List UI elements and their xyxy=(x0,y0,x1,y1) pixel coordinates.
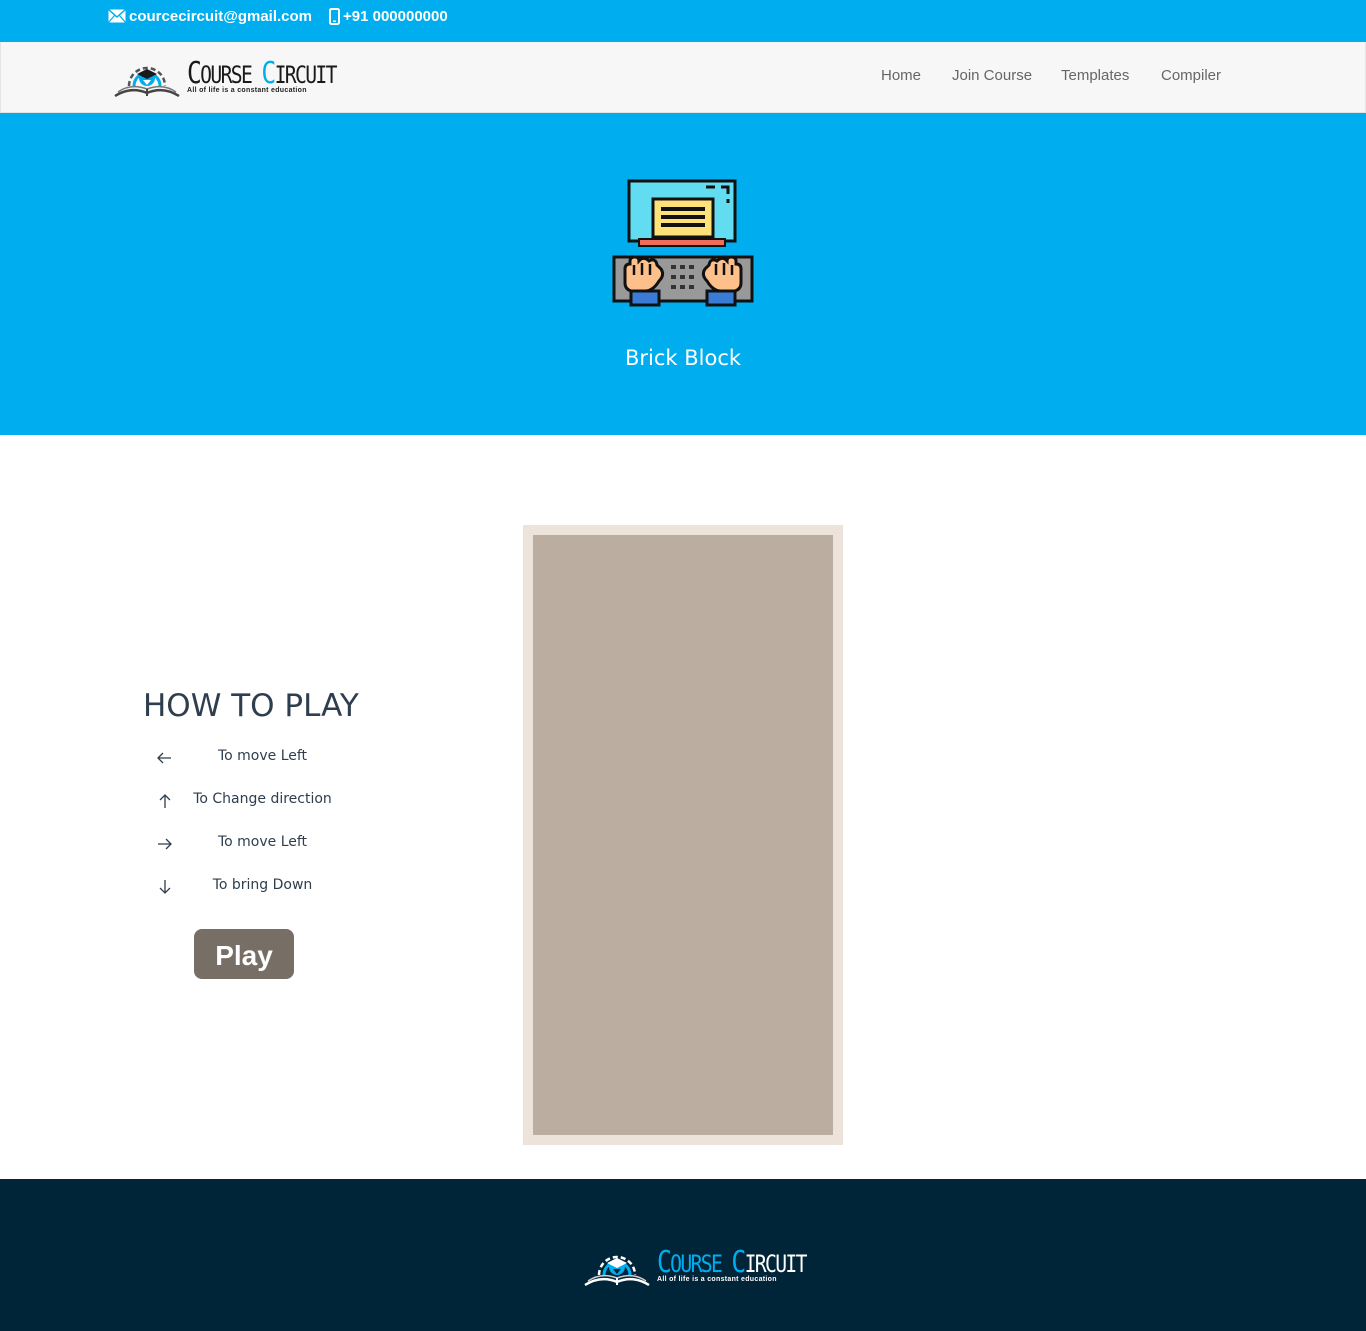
page-title: Brick Block xyxy=(624,346,742,370)
game-board[interactable] xyxy=(533,535,833,1135)
control-row-down: To bring Down xyxy=(143,876,383,898)
brand-name: COURSE CIRCUIT xyxy=(187,55,337,91)
arrow-left-icon xyxy=(157,752,171,764)
hero-banner: Brick Block xyxy=(0,113,1366,435)
top-contact-bar: courcecircuit@gmail.com +91 000000000 xyxy=(0,0,1366,42)
email-contact[interactable]: courcecircuit@gmail.com xyxy=(108,6,312,26)
control-row-left: To move Left xyxy=(143,747,383,769)
main-navbar: COURSE CIRCUIT All of life is a constant… xyxy=(0,42,1366,113)
control-row-up: To Change direction xyxy=(143,790,383,812)
arrow-down-icon xyxy=(159,880,171,894)
nav-link-compiler[interactable]: Compiler xyxy=(1161,67,1221,84)
play-button[interactable]: Play xyxy=(194,929,294,979)
footer: COURSE CIRCUIT All of life is a constant… xyxy=(0,1179,1366,1331)
control-description: To Change direction xyxy=(193,791,332,807)
nav-link-join-course[interactable]: Join Course xyxy=(952,67,1032,84)
game-board-frame xyxy=(523,525,843,1145)
nav-link-templates[interactable]: Templates xyxy=(1061,67,1129,84)
how-to-play-heading: HOW TO PLAY xyxy=(143,688,359,724)
footer-brand-name: COURSE CIRCUIT xyxy=(657,1244,807,1280)
mobile-phone-icon xyxy=(329,7,340,25)
control-row-right: To move Left xyxy=(143,833,383,855)
phone-contact[interactable]: +91 000000000 xyxy=(329,6,448,26)
phone-text: +91 000000000 xyxy=(343,7,448,25)
computer-typing-hands-icon xyxy=(612,179,754,307)
email-text: courcecircuit@gmail.com xyxy=(129,7,313,25)
control-description: To move Left xyxy=(217,748,308,764)
envelope-icon xyxy=(108,9,126,23)
arrow-up-icon xyxy=(159,794,171,808)
nav-link-home[interactable]: Home xyxy=(881,67,921,84)
control-description: To bring Down xyxy=(212,877,313,893)
open-book-graduation-cap-logo xyxy=(584,1255,650,1287)
footer-logo[interactable]: COURSE CIRCUIT All of life is a constant… xyxy=(583,1245,839,1289)
arrow-right-icon xyxy=(158,838,172,850)
control-description: To move Left xyxy=(217,834,308,850)
site-logo[interactable]: COURSE CIRCUIT All of life is a constant… xyxy=(113,56,369,100)
open-book-graduation-cap-logo xyxy=(114,66,180,98)
